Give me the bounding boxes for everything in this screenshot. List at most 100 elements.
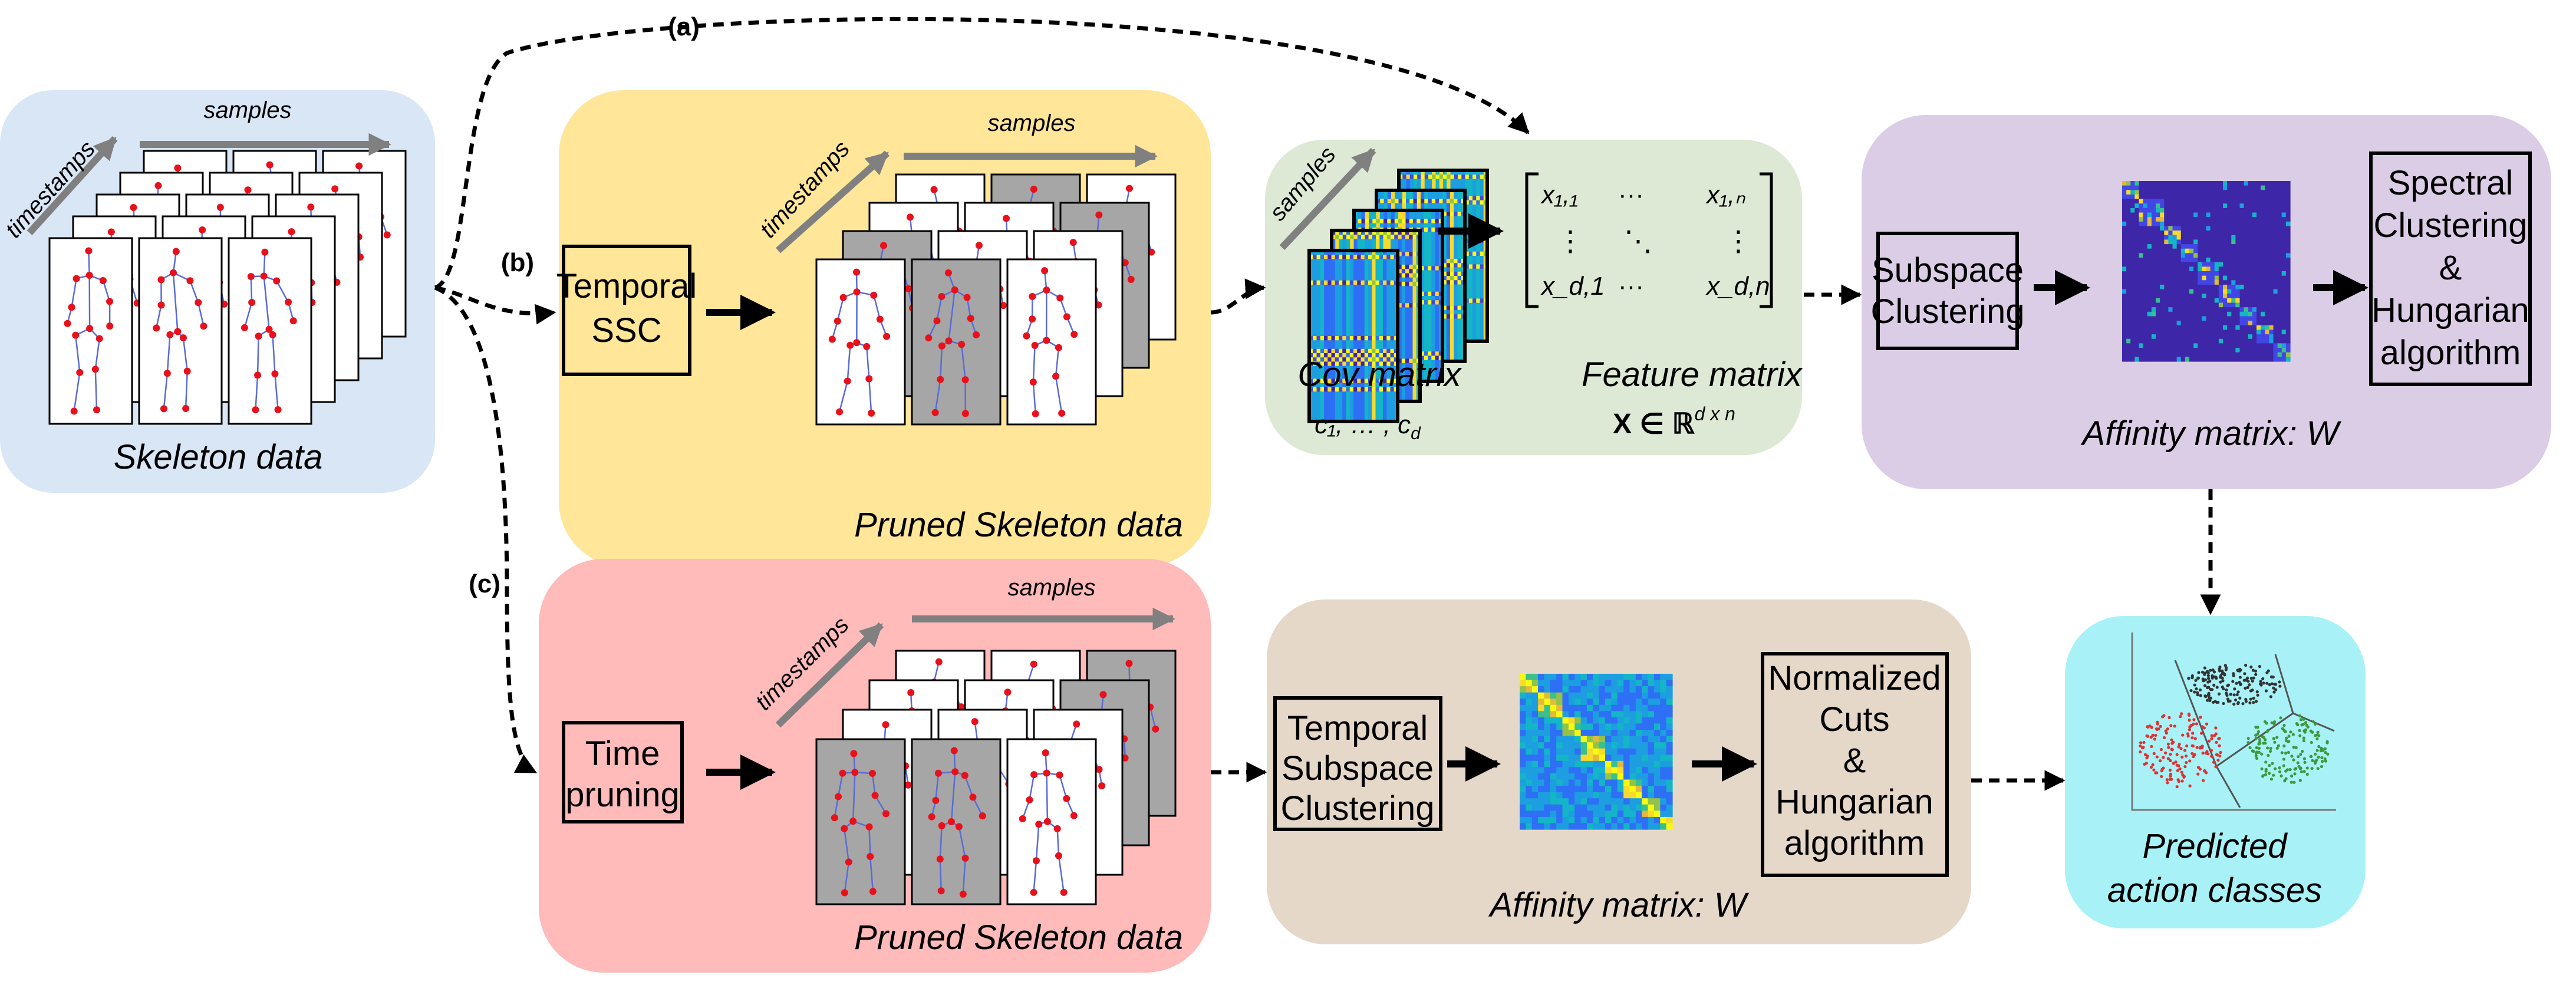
joint-dot xyxy=(950,747,958,755)
skeleton-frame xyxy=(48,237,133,425)
heatmap-cell xyxy=(1428,296,1432,301)
heatmap-cell xyxy=(1457,335,1462,341)
heatmap-cell xyxy=(1465,183,1470,188)
joint-dot xyxy=(1063,313,1070,321)
joint-dot xyxy=(1058,410,1066,417)
heatmap-cell xyxy=(1424,174,1429,180)
joint-dot xyxy=(963,294,971,301)
heatmap-cell xyxy=(1379,219,1384,224)
heatmap-cell xyxy=(1380,203,1385,208)
heatmap-cell xyxy=(1395,199,1399,204)
heatmap-cell xyxy=(1447,179,1451,184)
heatmap-cell xyxy=(1446,322,1451,328)
heatmap-cell xyxy=(1350,243,1355,248)
heatmap-cell xyxy=(1405,273,1409,278)
heatmap-cell xyxy=(1431,195,1436,200)
heatmap-cell xyxy=(1412,260,1417,265)
heatmap-cell xyxy=(1450,183,1455,188)
heatmap-cell xyxy=(1468,332,1473,338)
heatmap-cell xyxy=(1446,314,1451,319)
heatmap-cell xyxy=(1480,328,1484,334)
heatmap-cell xyxy=(1476,174,1481,180)
joint-dot xyxy=(951,768,959,776)
joint-dot xyxy=(930,186,938,193)
heatmap-cell xyxy=(1435,270,1439,275)
heatmap-cell xyxy=(1428,215,1432,220)
heatmap-cell xyxy=(1409,269,1414,274)
heatmap-cell xyxy=(1439,174,1444,180)
heatmap-cell xyxy=(1473,294,1477,299)
heatmap-cell xyxy=(1435,245,1439,249)
joint-dot xyxy=(1098,782,1106,790)
heatmap-cell xyxy=(1468,192,1473,197)
pruned-frame xyxy=(815,738,906,905)
heatmap-cell xyxy=(1447,183,1451,188)
heatmap-cell xyxy=(1457,340,1462,345)
heatmap-cell xyxy=(1446,220,1451,225)
heatmap-cell xyxy=(1446,318,1451,324)
heatmap-cell xyxy=(1391,203,1395,208)
heatmap-cell xyxy=(1409,265,1414,269)
heatmap-cell xyxy=(1457,322,1462,328)
joint-dot xyxy=(961,376,969,384)
heatmap-cell xyxy=(1480,264,1484,269)
heatmap-cell xyxy=(1473,213,1477,218)
joint-dot xyxy=(936,855,944,863)
heatmap-cell xyxy=(1417,215,1421,220)
heatmap-cell xyxy=(1395,195,1399,200)
joint-dot xyxy=(961,772,969,779)
heatmap-cell xyxy=(1369,223,1373,228)
heatmap-cell xyxy=(1412,282,1417,286)
heatmap-cell xyxy=(1480,222,1484,226)
heatmap-cell xyxy=(1454,276,1458,281)
heatmap-cell xyxy=(1428,338,1432,344)
joint-dot xyxy=(932,796,940,804)
heatmap-cell xyxy=(1412,286,1417,291)
heatmap-cell xyxy=(1376,215,1381,220)
joint-dot xyxy=(934,769,942,777)
heatmap-cell xyxy=(1473,311,1477,317)
heatmap-cell xyxy=(1398,215,1402,220)
heatmap-cell xyxy=(1428,342,1432,348)
heatmap-cell xyxy=(1424,304,1428,309)
heatmap-cell xyxy=(1450,288,1454,294)
heatmap-cell xyxy=(1413,219,1417,224)
heatmap-cell xyxy=(1379,239,1384,244)
heatmap-cell xyxy=(1473,324,1477,329)
heatmap-cell xyxy=(1457,267,1462,272)
heatmap-cell xyxy=(1454,280,1458,285)
joint-dot xyxy=(1125,185,1133,192)
pruned-frames-stack-c xyxy=(815,650,1177,905)
heatmap-cell xyxy=(1424,300,1428,305)
heatmap-cell xyxy=(1405,215,1410,220)
heatmap-cell xyxy=(1450,340,1454,345)
heatmap-cell xyxy=(1398,243,1402,248)
heatmap-cell xyxy=(1409,303,1414,308)
heatmap-cell xyxy=(1417,223,1421,228)
joint-dot xyxy=(1032,410,1039,417)
heatmap-cell xyxy=(1480,302,1484,308)
heatmap-cell xyxy=(1421,179,1425,184)
heatmap-cell xyxy=(1476,298,1481,304)
heatmap-cell xyxy=(1435,330,1439,335)
heatmap-cell xyxy=(1401,260,1406,265)
joint-dot xyxy=(1073,720,1081,728)
heatmap-cell xyxy=(1473,256,1477,261)
heatmap-cell xyxy=(1473,260,1477,265)
heatmap-cell xyxy=(1454,335,1458,341)
joint-dot xyxy=(64,319,71,327)
joint-dot xyxy=(979,812,986,820)
heatmap-cell xyxy=(1435,203,1439,208)
heatmap-cell xyxy=(1450,331,1454,337)
heatmap-cell xyxy=(1342,243,1347,248)
heatmap-cell xyxy=(1450,314,1454,319)
heatmap-cell xyxy=(1424,334,1428,340)
heatmap-cell xyxy=(1454,314,1458,319)
heatmap-cell xyxy=(1431,313,1436,318)
joint-dot xyxy=(961,854,969,862)
joint-dot xyxy=(106,322,114,330)
heatmap-cell xyxy=(1405,277,1409,282)
heatmap-cell xyxy=(1454,344,1458,349)
heatmap-cell xyxy=(1473,247,1477,252)
heatmap-cell xyxy=(1414,179,1418,184)
